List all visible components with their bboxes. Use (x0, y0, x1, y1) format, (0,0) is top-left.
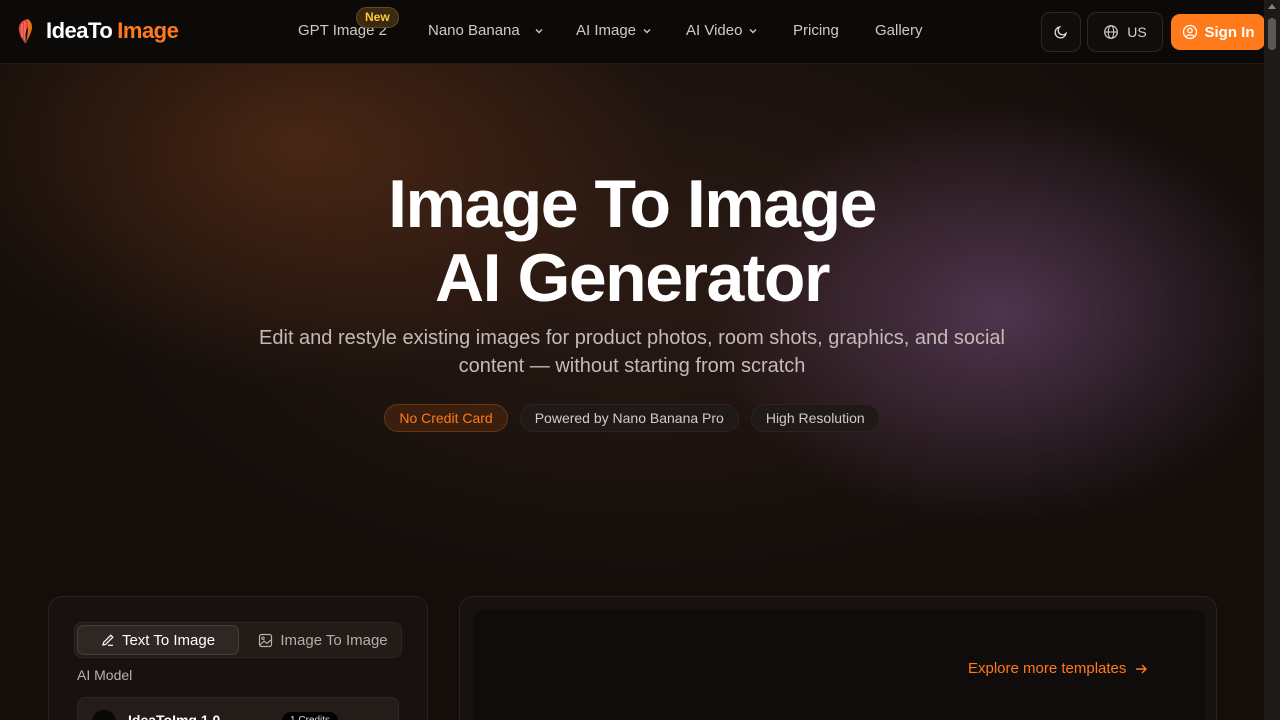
hero-title-line2: AI Generator (435, 240, 830, 316)
pencil-icon (102, 634, 114, 646)
generator-panel: Text To Image Image To Image AI Model Id… (48, 596, 428, 720)
top-navbar: IdeaTo Image GPT Image 2 New Nano Banana … (0, 0, 1265, 64)
templates-panel (459, 596, 1217, 720)
ai-model-label: AI Model (77, 667, 133, 683)
pill-no-credit-card: No Credit Card (384, 404, 508, 432)
hero-subtitle: Edit and restyle existing images for pro… (259, 327, 1005, 377)
nav-item-nano-banana[interactable]: Nano Banana (428, 22, 544, 39)
nav-item-label: AI Image (576, 22, 637, 39)
feature-pills: No Credit Card Powered by Nano Banana Pr… (0, 404, 1264, 432)
tab-label: Image To Image (280, 631, 388, 649)
brand-name-part2: Image (117, 18, 179, 43)
tab-label: Text To Image (121, 631, 216, 649)
arrow-right-icon (1136, 664, 1148, 673)
nav-item-gallery[interactable]: Gallery (875, 22, 923, 39)
explore-templates-label: Explore more templates (968, 660, 1127, 677)
globe-icon (1104, 25, 1119, 39)
sign-in-button[interactable]: Sign In (1171, 14, 1265, 50)
chevron-down-icon (643, 28, 651, 33)
nav-item-label: AI Video (686, 22, 743, 39)
pill-powered-by: Powered by Nano Banana Pro (519, 404, 739, 432)
language-label: US (1127, 24, 1147, 40)
mode-tabs: Text To Image Image To Image (74, 622, 402, 658)
theme-toggle-button[interactable] (1041, 12, 1081, 52)
explore-templates-link[interactable]: Explore more templates (968, 660, 1148, 677)
scroll-up-arrow-icon[interactable] (1268, 4, 1276, 9)
tab-text-to-image[interactable]: Text To Image (77, 625, 239, 655)
brand-logo-icon (18, 19, 32, 43)
model-logo-icon (92, 710, 116, 720)
moon-icon (1054, 25, 1068, 39)
chevron-down-icon (535, 28, 543, 33)
nav-item-ai-image[interactable]: AI Image (576, 22, 652, 39)
page-scrollbar[interactable] (1264, 0, 1280, 720)
brand-name-part1: IdeaTo (46, 18, 113, 43)
nav-item-label: Gallery (875, 22, 923, 39)
sign-in-label: Sign In (1204, 23, 1255, 41)
brand-name: IdeaTo Image (46, 18, 179, 44)
nav-item-label: Pricing (793, 22, 839, 39)
language-selector[interactable]: US (1087, 12, 1163, 52)
chevron-down-icon (749, 28, 757, 33)
user-circle-icon (1182, 24, 1197, 40)
scroll-thumb[interactable] (1268, 18, 1276, 50)
model-credits-badge: 1 Credits (282, 712, 339, 720)
brand-logo[interactable]: IdeaTo Image (16, 18, 179, 44)
image-icon (259, 633, 273, 647)
tab-image-to-image[interactable]: Image To Image (245, 625, 401, 655)
nav-item-label: Nano Banana (428, 22, 520, 39)
nav-item-ai-video[interactable]: AI Video (686, 22, 758, 39)
nav-item-pricing[interactable]: Pricing (793, 22, 839, 39)
model-name: IdeaToImg 1.0 (128, 712, 221, 720)
hero-title-line1: Image To Image (388, 166, 877, 242)
new-badge: New (356, 7, 399, 28)
pill-high-resolution: High Resolution (750, 404, 880, 432)
ai-model-selector[interactable]: IdeaToImg 1.0 1 Credits (77, 697, 399, 720)
